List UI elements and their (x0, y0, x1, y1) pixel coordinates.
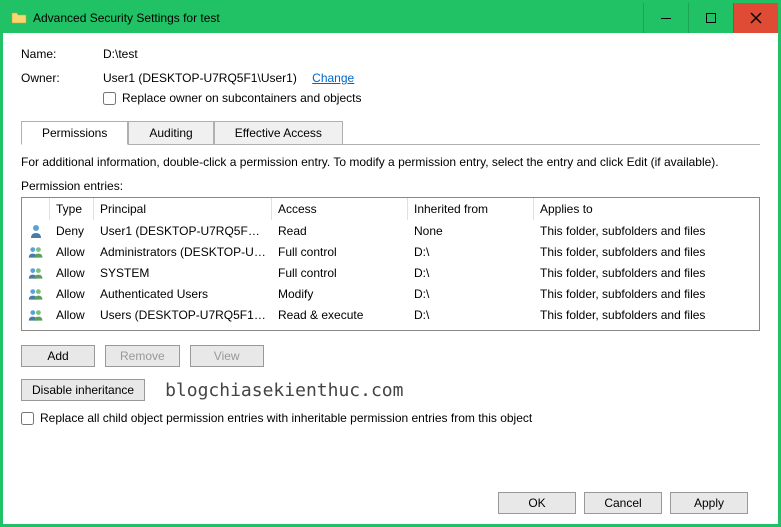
table-row[interactable]: AllowUsers (DESKTOP-U7RQ5F1\Us...Read & … (22, 304, 759, 325)
col-icon[interactable] (22, 198, 50, 220)
row-icon (22, 244, 50, 260)
entry-buttons: Add Remove View (21, 345, 760, 367)
tab-content: For additional information, double-click… (21, 145, 760, 482)
tab-strip: Permissions Auditing Effective Access (21, 121, 760, 145)
table-row[interactable]: DenyUser1 (DESKTOP-U7RQ5F1\Us...ReadNone… (22, 220, 759, 241)
row-applies: This folder, subfolders and files (534, 266, 759, 280)
row-principal: Authenticated Users (94, 287, 272, 301)
row-inherited: D:\ (408, 245, 534, 259)
permission-table: Type Principal Access Inherited from App… (21, 197, 760, 331)
col-principal[interactable]: Principal (94, 198, 272, 220)
row-type: Allow (50, 245, 94, 259)
entries-label: Permission entries: (21, 179, 760, 193)
replace-all-label: Replace all child object permission entr… (40, 411, 532, 425)
row-applies: This folder, subfolders and files (534, 308, 759, 322)
owner-row: Owner: User1 (DESKTOP-U7RQ5F1\User1) Cha… (21, 71, 760, 105)
row-type: Allow (50, 308, 94, 322)
replace-owner-checkbox[interactable] (103, 92, 116, 105)
row-access: Full control (272, 245, 408, 259)
owner-label: Owner: (21, 71, 103, 85)
add-button[interactable]: Add (21, 345, 95, 367)
row-type: Deny (50, 224, 94, 238)
row-type: Allow (50, 266, 94, 280)
folder-icon (11, 10, 27, 26)
row-principal: Users (DESKTOP-U7RQ5F1\Us... (94, 308, 272, 322)
content-area: Name: D:\test Owner: User1 (DESKTOP-U7RQ… (3, 33, 778, 524)
row-inherited: D:\ (408, 266, 534, 280)
col-access[interactable]: Access (272, 198, 408, 220)
replace-all-row: Replace all child object permission entr… (21, 411, 760, 425)
owner-value-group: User1 (DESKTOP-U7RQ5F1\User1) Change Rep… (103, 71, 361, 105)
group-icon (28, 265, 44, 281)
row-inherited: D:\ (408, 308, 534, 322)
group-icon (28, 244, 44, 260)
ok-button[interactable]: OK (498, 492, 576, 514)
row-principal: User1 (DESKTOP-U7RQ5F1\Us... (94, 224, 272, 238)
row-type: Allow (50, 287, 94, 301)
table-row[interactable]: AllowAdministrators (DESKTOP-U7...Full c… (22, 241, 759, 262)
row-applies: This folder, subfolders and files (534, 245, 759, 259)
close-button[interactable] (733, 3, 778, 33)
col-inherited[interactable]: Inherited from (408, 198, 534, 220)
dialog-window: Advanced Security Settings for test Name… (0, 0, 781, 527)
row-access: Modify (272, 287, 408, 301)
row-icon (22, 286, 50, 302)
row-inherited: None (408, 224, 534, 238)
info-text: For additional information, double-click… (21, 155, 760, 169)
row-inherited: D:\ (408, 287, 534, 301)
replace-all-checkbox[interactable] (21, 412, 34, 425)
remove-button[interactable]: Remove (105, 345, 180, 367)
row-principal: Administrators (DESKTOP-U7... (94, 245, 272, 259)
window-controls (643, 3, 778, 33)
name-row: Name: D:\test (21, 47, 760, 61)
group-icon (28, 286, 44, 302)
table-row[interactable]: AllowSYSTEMFull controlD:\This folder, s… (22, 262, 759, 283)
row-icon (22, 223, 50, 239)
table-row[interactable]: AllowAuthenticated UsersModifyD:\This fo… (22, 283, 759, 304)
row-icon (22, 265, 50, 281)
user-icon (28, 223, 44, 239)
change-link[interactable]: Change (312, 71, 354, 85)
footer-buttons: OK Cancel Apply (21, 482, 760, 524)
row-applies: This folder, subfolders and files (534, 224, 759, 238)
titlebar: Advanced Security Settings for test (3, 3, 778, 33)
disable-row: Disable inheritance blogchiasekienthuc.c… (21, 379, 760, 401)
watermark: blogchiasekienthuc.com (165, 380, 403, 401)
row-access: Read (272, 224, 408, 238)
tab-effective-access[interactable]: Effective Access (214, 121, 343, 145)
group-icon (28, 307, 44, 323)
table-header: Type Principal Access Inherited from App… (22, 198, 759, 220)
row-applies: This folder, subfolders and files (534, 287, 759, 301)
maximize-button[interactable] (688, 3, 733, 33)
tab-permissions[interactable]: Permissions (21, 121, 128, 145)
replace-owner-row: Replace owner on subcontainers and objec… (103, 91, 361, 105)
col-type[interactable]: Type (50, 198, 94, 220)
window-title: Advanced Security Settings for test (33, 11, 643, 25)
row-principal: SYSTEM (94, 266, 272, 280)
tab-auditing[interactable]: Auditing (128, 121, 213, 145)
name-value: D:\test (103, 47, 138, 61)
replace-owner-label: Replace owner on subcontainers and objec… (122, 91, 361, 105)
close-icon (750, 12, 762, 24)
col-applies[interactable]: Applies to (534, 198, 759, 220)
row-icon (22, 307, 50, 323)
view-button[interactable]: View (190, 345, 264, 367)
table-body: DenyUser1 (DESKTOP-U7RQ5F1\Us...ReadNone… (22, 220, 759, 330)
row-access: Full control (272, 266, 408, 280)
disable-inheritance-button[interactable]: Disable inheritance (21, 379, 145, 401)
apply-button[interactable]: Apply (670, 492, 748, 514)
owner-value: User1 (DESKTOP-U7RQ5F1\User1) (103, 71, 297, 85)
cancel-button[interactable]: Cancel (584, 492, 662, 514)
row-access: Read & execute (272, 308, 408, 322)
name-label: Name: (21, 47, 103, 61)
minimize-button[interactable] (643, 3, 688, 33)
